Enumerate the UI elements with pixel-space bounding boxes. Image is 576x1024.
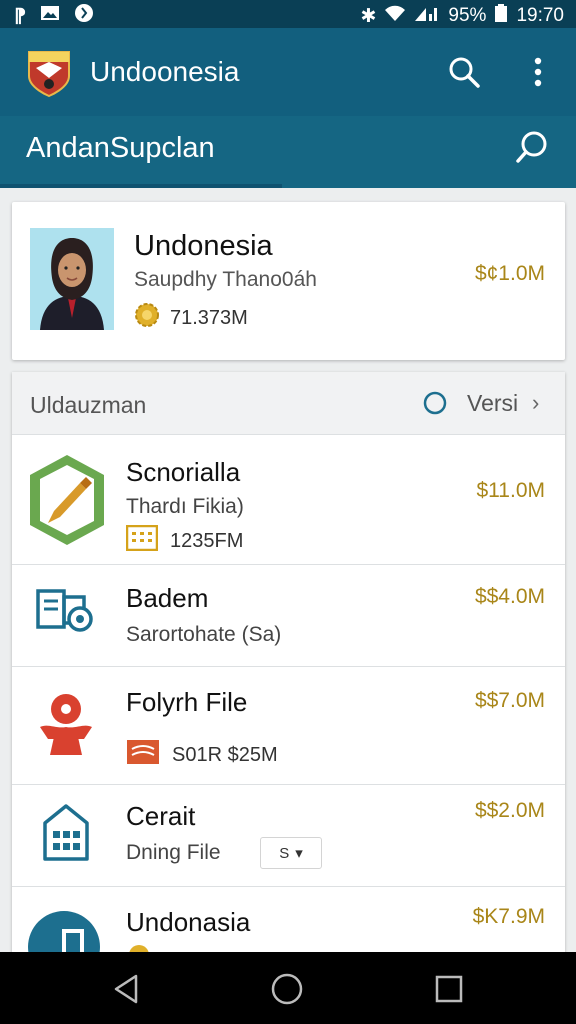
battery-percent: 95% xyxy=(448,5,487,26)
section-title[interactable]: AndanSupclan xyxy=(26,132,215,165)
award-badge-icon xyxy=(126,739,160,771)
chevron-right-icon[interactable]: › xyxy=(532,390,539,416)
profile-meta-value: 71.373M xyxy=(170,306,248,329)
list-item-meta: 1235FM xyxy=(125,524,244,557)
more-options-icon[interactable] xyxy=(524,54,552,90)
profile-meta: 71.373M xyxy=(134,302,248,334)
dropdown-value: S xyxy=(279,844,290,862)
building-icon xyxy=(42,803,90,868)
tab-indicator xyxy=(0,184,282,188)
pen-icon xyxy=(24,451,110,554)
list-item-price: $$7.0M xyxy=(474,689,545,712)
list-item-price: $11.0M xyxy=(476,479,546,502)
file-type-dropdown[interactable]: S ▾ xyxy=(260,837,322,869)
list-item-price: $K7.9M xyxy=(472,905,545,928)
versi-link[interactable]: Versi xyxy=(467,390,518,417)
gear-icon xyxy=(134,302,160,334)
list-item-price: $$2.0M xyxy=(474,799,545,822)
calendar-icon xyxy=(125,524,159,557)
list-item-name: Folyrh File xyxy=(126,687,248,717)
list-item-name: Cerait xyxy=(126,801,196,831)
list-item[interactable]: Scnorialla Thardı Fikia) 1235FM $11.0M xyxy=(12,434,565,565)
bluetooth-icon: ✱ xyxy=(360,5,377,27)
back-icon[interactable] xyxy=(110,972,144,1006)
profile-name: Undonesia xyxy=(134,230,273,262)
list-item-name: Scnorialla xyxy=(126,457,241,487)
recent-apps-icon[interactable] xyxy=(432,972,466,1006)
signal-icon xyxy=(414,4,440,28)
list-item-price: $$4.0M xyxy=(474,585,545,608)
clock: 19:70 xyxy=(516,5,564,26)
avatar xyxy=(30,228,114,330)
notification-icon: ⁋ xyxy=(14,5,27,27)
app-notification-icon xyxy=(74,3,94,29)
list-header-title: Uldauzman xyxy=(30,392,147,418)
system-navigation-bar xyxy=(0,952,576,1024)
list-item[interactable]: Folyrh File S01R $25M $$7.0M xyxy=(12,666,565,785)
list-item-subtitle: Sarortohate (Sa) xyxy=(126,623,282,646)
file-list-card: Uldauzman Versi › Scnorialla Thardı Fiki… xyxy=(12,372,565,972)
battery-icon xyxy=(494,3,508,29)
list-item[interactable]: Cerait Dning File S ▾ $$2.0M xyxy=(12,784,565,887)
profile-price: $¢1.0M xyxy=(474,262,545,285)
list-item-subtitle: Dning File xyxy=(126,841,221,864)
home-icon[interactable] xyxy=(270,972,304,1006)
list-item-name: Undonasia xyxy=(126,907,251,937)
app-bar: Undoonesia xyxy=(0,28,576,116)
list-item-meta-value: 1235FM xyxy=(170,529,244,552)
list-item-meta-value: S01R $25M xyxy=(172,743,278,766)
photo-notification-icon xyxy=(40,5,60,27)
list-item-meta: S01R $25M xyxy=(126,739,278,771)
list-item-subtitle: Thardı Fikia) xyxy=(126,495,244,518)
wifi-icon xyxy=(384,4,406,28)
list-item-name: Badem xyxy=(126,583,209,613)
sub-toolbar: AndanSupclan xyxy=(0,116,576,188)
app-title: Undoonesia xyxy=(90,56,240,87)
search-icon[interactable] xyxy=(446,54,482,90)
folder-settings-icon xyxy=(36,587,96,642)
list-item[interactable]: Badem Sarortohate (Sa) $$4.0M xyxy=(12,564,565,667)
profile-subtitle: Saupdhy Thano0áh xyxy=(134,268,317,291)
list-header: Uldauzman Versi › xyxy=(12,372,565,434)
chat-search-icon[interactable] xyxy=(512,128,552,168)
profile-card[interactable]: Undonesia Saupdhy Thano0áh 71.373M $¢1.0… xyxy=(12,202,565,360)
app-logo-icon xyxy=(26,48,72,98)
status-bar: ⁋ ✱ 95% 19:70 xyxy=(0,0,576,28)
circle-icon[interactable] xyxy=(422,390,448,416)
person-award-icon xyxy=(38,691,94,762)
caret-down-icon: ▾ xyxy=(295,845,303,862)
